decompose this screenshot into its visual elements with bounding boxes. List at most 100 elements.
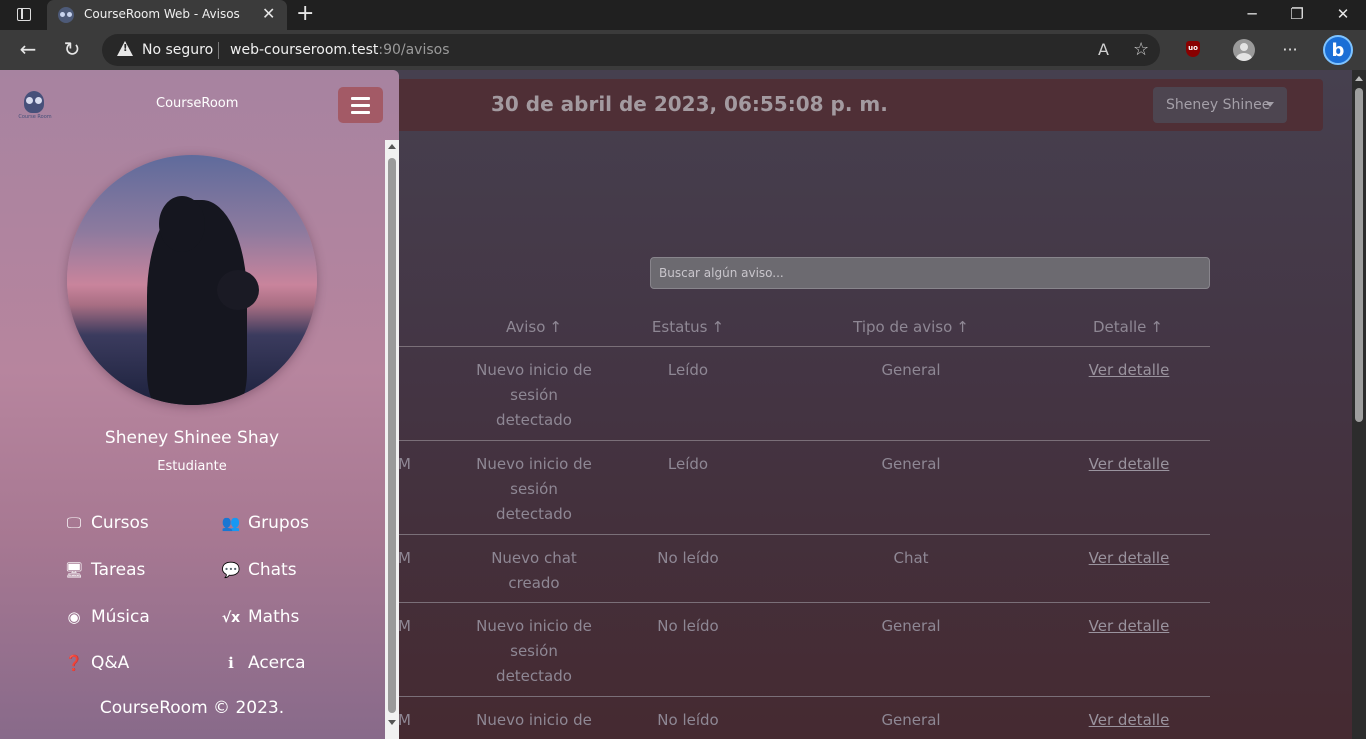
- table-row: Nuevo inicio de sesión detectado Leído G…: [398, 347, 1210, 441]
- sidebar-item-label: Maths: [248, 607, 300, 627]
- cell-estatus: Leído: [667, 455, 709, 473]
- url-host: web-courseroom.test: [230, 42, 379, 58]
- profile-picture: [67, 155, 317, 405]
- current-datetime: 30 de abril de 2023, 06:55:08 p. m.: [491, 92, 888, 116]
- table-row: M Nuevo inicio de No leído General Ver d…: [398, 697, 1210, 739]
- table-row: M Nuevo inicio de sesión detectado Leído…: [398, 441, 1210, 535]
- bing-copilot-icon[interactable]: b: [1323, 35, 1353, 65]
- sidebar-item-label: Grupos: [248, 513, 309, 533]
- cell-fecha: M: [398, 711, 411, 729]
- sidebar: Course Room CourseRoom Sheney Shinee Sha…: [0, 70, 399, 739]
- more-options-icon[interactable]: ···: [1277, 39, 1303, 61]
- info-circle-icon: ℹ: [228, 654, 234, 672]
- tab-actions-icon[interactable]: [10, 6, 38, 24]
- sidebar-brand: CourseRoom: [156, 96, 239, 111]
- sidebar-item-maths[interactable]: √x Maths: [221, 607, 300, 627]
- sidebar-item-tareas[interactable]: 🖥 Tareas: [64, 560, 145, 580]
- sidebar-item-grupos[interactable]: 👥 Grupos: [221, 513, 309, 533]
- column-header-tipo[interactable]: Tipo de aviso ↑: [853, 318, 969, 336]
- chalkboard-teacher-icon: 🖵: [66, 514, 82, 532]
- house-laptop-icon: 🖥: [64, 561, 84, 579]
- sidebar-item-musica[interactable]: ◉ Música: [64, 607, 150, 627]
- cell-tipo: Chat: [893, 549, 929, 567]
- profile-avatar-icon[interactable]: [1233, 39, 1255, 61]
- column-header-estatus[interactable]: Estatus ↑: [652, 318, 724, 336]
- user-menu-dropdown[interactable]: Sheney Shinee: [1153, 87, 1287, 123]
- table-row: M Nuevo chat creado No leído Chat Ver de…: [398, 535, 1210, 603]
- cell-fecha: M: [398, 549, 411, 567]
- sort-arrow-icon[interactable]: ↑: [549, 318, 562, 336]
- scroll-up-arrow-icon[interactable]: [1355, 76, 1363, 81]
- browser-tab-active[interactable]: CourseRoom Web - Avisos ✕: [47, 0, 287, 30]
- column-label: Estatus: [651, 318, 708, 336]
- sidebar-item-cursos[interactable]: 🖵 Cursos: [64, 513, 149, 533]
- minimize-button[interactable]: ─: [1237, 4, 1267, 24]
- page-scrollbar-thumb[interactable]: [1355, 88, 1363, 422]
- hamburger-menu-button[interactable]: [338, 87, 383, 123]
- sidebar-item-qa[interactable]: ❓ Q&A: [64, 653, 130, 673]
- sidebar-footer: CourseRoom © 2023.: [99, 698, 285, 718]
- ver-detalle-link[interactable]: Ver detalle: [1089, 358, 1170, 383]
- sidebar-user-name: Sheney Shinee Shay: [104, 428, 280, 448]
- cell-tipo: General: [881, 711, 941, 729]
- users-rectangle-icon: 👥: [221, 514, 241, 532]
- cell-aviso: Nuevo inicio de sesión detectado: [476, 455, 592, 523]
- scroll-down-arrow-icon[interactable]: [388, 720, 396, 725]
- cell-fecha: M: [398, 455, 411, 473]
- sidebar-item-chats[interactable]: 💬 Chats: [221, 560, 297, 580]
- warning-icon[interactable]: [117, 41, 133, 56]
- cell-estatus: No leído: [657, 617, 719, 635]
- ver-detalle-link[interactable]: Ver detalle: [1089, 614, 1170, 639]
- sidebar-item-acerca[interactable]: ℹ Acerca: [221, 653, 306, 673]
- cell-estatus: Leído: [667, 361, 709, 379]
- column-label: Aviso: [506, 318, 546, 336]
- cell-estatus: No leído: [657, 711, 719, 729]
- sort-arrow-icon[interactable]: ↑: [1150, 318, 1163, 336]
- courseroom-logo[interactable]: Course Room: [16, 88, 54, 122]
- ver-detalle-link[interactable]: Ver detalle: [1089, 452, 1170, 477]
- hamburger-line: [351, 111, 370, 114]
- sidebar-scrollbar[interactable]: [385, 70, 399, 739]
- address-bar[interactable]: No seguro web-courseroom.test:90/avisos …: [102, 34, 1160, 66]
- read-aloud-icon[interactable]: A: [1098, 40, 1109, 60]
- scroll-up-arrow-icon[interactable]: [388, 144, 396, 149]
- sidebar-item-label: Música: [91, 607, 150, 627]
- ver-detalle-link[interactable]: Ver detalle: [1089, 708, 1170, 733]
- cell-tipo: General: [881, 361, 941, 379]
- cell-aviso: Nuevo inicio de: [476, 711, 592, 729]
- table-row: M Nuevo inicio de sesión detectado No le…: [398, 603, 1210, 697]
- page-scrollbar[interactable]: [1352, 70, 1366, 739]
- column-header-aviso[interactable]: Aviso ↑: [506, 318, 562, 336]
- sidebar-item-label: Chats: [248, 560, 297, 580]
- close-tab-icon[interactable]: ✕: [262, 5, 275, 23]
- new-tab-button[interactable]: +: [296, 2, 314, 26]
- security-indicator[interactable]: No seguro: [142, 42, 213, 58]
- reload-icon[interactable]: ↻: [59, 38, 85, 60]
- favorites-icon[interactable]: ☆: [1133, 40, 1149, 60]
- column-header-detalle[interactable]: Detalle ↑: [1093, 318, 1163, 336]
- comments-icon: 💬: [221, 561, 241, 579]
- column-label: Tipo de aviso: [853, 318, 953, 336]
- url-text[interactable]: web-courseroom.test:90/avisos: [230, 42, 450, 58]
- cell-estatus: No leído: [657, 549, 719, 567]
- cell-aviso: Nuevo inicio de sesión detectado: [476, 361, 592, 429]
- sidebar-item-label: Q&A: [91, 653, 130, 673]
- search-input[interactable]: [650, 257, 1210, 289]
- sidebar-scrollbar-thumb[interactable]: [388, 158, 396, 713]
- sort-arrow-icon[interactable]: ↑: [956, 318, 969, 336]
- cell-aviso: Nuevo inicio de sesión detectado: [476, 617, 592, 685]
- maximize-button[interactable]: ❐: [1282, 4, 1312, 24]
- close-window-button[interactable]: ✕: [1328, 4, 1358, 24]
- site-favicon-icon: [58, 7, 74, 23]
- ublock-extension-icon[interactable]: uo: [1186, 41, 1200, 57]
- browser-tab-bar: CourseRoom Web - Avisos ✕ + ─ ❐ ✕: [0, 0, 1366, 30]
- sidebar-item-label: Acerca: [248, 653, 306, 673]
- hamburger-line: [351, 97, 370, 100]
- top-navbar: 30 de abril de 2023, 06:55:08 p. m. Shen…: [290, 79, 1323, 131]
- ver-detalle-link[interactable]: Ver detalle: [1089, 546, 1170, 571]
- back-icon[interactable]: ←: [15, 38, 41, 60]
- compact-disc-icon: ◉: [67, 608, 81, 626]
- column-label: Detalle: [1093, 318, 1147, 336]
- sort-arrow-icon[interactable]: ↑: [712, 318, 725, 336]
- person-question-icon: ❓: [64, 654, 84, 672]
